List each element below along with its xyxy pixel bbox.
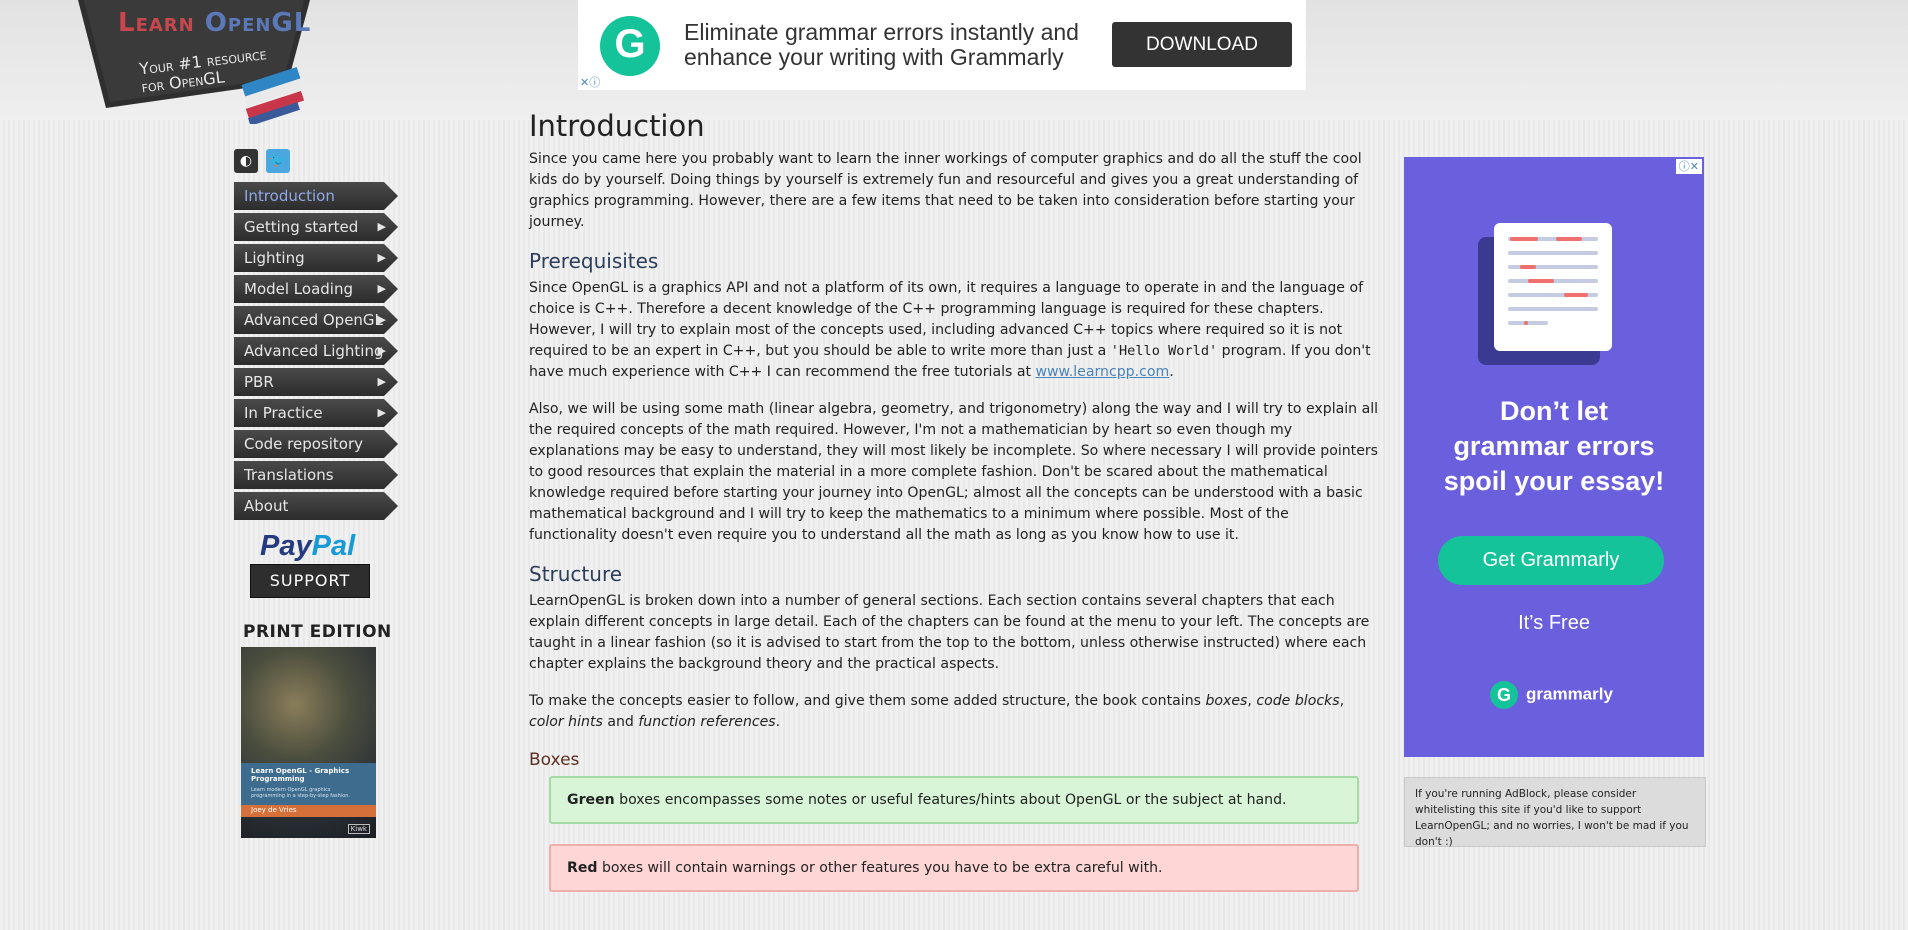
adblock-notice: If you're running AdBlock, please consid… (1404, 777, 1706, 848)
intro-paragraph: Since you came here you probably want to… (529, 151, 1362, 230)
sidebar-item-label: In Practice (244, 404, 323, 422)
sidebar-item-lighting[interactable]: Lighting ▶ (234, 244, 398, 272)
get-grammarly-button[interactable]: Get Grammarly (1438, 536, 1664, 585)
sidebar-item-code-repository[interactable]: Code repository (234, 430, 398, 458)
grammarly-icon: G (1490, 681, 1518, 709)
structure-paragraph-1: LearnOpenGL is broken down into a number… (529, 593, 1370, 672)
sidebar-item-label: Introduction (244, 187, 335, 205)
sidebar-item-advanced-opengl[interactable]: Advanced OpenGL ▶ (234, 306, 398, 334)
book-cover[interactable]: Learn OpenGL - Graphics Programming Lear… (241, 647, 376, 838)
print-edition-heading: PRINT EDITION (243, 622, 392, 642)
chevron-right-icon: ▶ (377, 406, 386, 419)
green-note-box: Green boxes encompasses some notes or us… (549, 776, 1359, 824)
sidebar-item-label: Code repository (244, 435, 364, 453)
side-banner-ad[interactable]: ⓘ✕ Don’t let grammar errors spoil your e… (1404, 157, 1704, 757)
chevron-right-icon: ▶ (377, 251, 386, 264)
sidebar-item-label: Advanced Lighting (244, 342, 384, 360)
grammarly-brand: Ggrammarly (1490, 681, 1613, 709)
adchoices-icon[interactable]: ✕ⓘ (578, 75, 612, 90)
document-icon (1494, 223, 1612, 351)
chevron-right-icon: ▶ (377, 375, 386, 388)
ad-controls-icon[interactable]: ⓘ✕ (1675, 159, 1702, 174)
page-title: Introduction (529, 109, 705, 143)
sidebar-item-label: Lighting (244, 249, 305, 267)
prerequisites-paragraph-1: Since OpenGL is a graphics API and not a… (529, 280, 1371, 380)
book-author: Joey de Vries (251, 806, 297, 814)
structure-heading: Structure (529, 562, 623, 586)
twitter-icon[interactable]: 🐦 (266, 149, 290, 173)
sidebar-item-label: About (244, 497, 289, 515)
support-button[interactable]: SUPPORT (250, 564, 370, 598)
sidebar-item-model-loading[interactable]: Model Loading ▶ (234, 275, 398, 303)
prerequisites-heading: Prerequisites (529, 249, 659, 273)
book-publisher: Kiwk (347, 824, 370, 834)
chevron-right-icon: ▶ (377, 282, 386, 295)
sidebar-item-in-practice[interactable]: In Practice ▶ (234, 399, 398, 427)
sidebar-item-label: Translations (244, 466, 334, 484)
sidebar-item-label: Model Loading (244, 280, 353, 298)
its-free-label: It’s Free (1518, 612, 1590, 634)
sidebar-item-label: Getting started (244, 218, 359, 236)
github-icon[interactable]: ◐ (234, 149, 258, 173)
sidebar-item-pbr[interactable]: PBR ▶ (234, 368, 398, 396)
ad-headline: Don’t let grammar errors spoil your essa… (1443, 396, 1665, 496)
learncpp-link[interactable]: www.learncpp.com (1035, 364, 1169, 380)
books-icon (241, 67, 305, 124)
boxes-heading: Boxes (529, 750, 580, 770)
top-banner-ad[interactable]: G Eliminate grammar errors instantly and… (578, 0, 1306, 90)
prerequisites-paragraph-2: Also, we will be using some math (linear… (529, 401, 1379, 543)
chevron-right-icon: ▶ (377, 313, 386, 326)
red-warning-box: Red boxes will contain warnings or other… (549, 844, 1359, 892)
main-content: Introduction Since you came here you pro… (529, 108, 1379, 892)
ad-text: Eliminate grammar errors instantly and e… (684, 19, 1079, 70)
sidebar-item-getting-started[interactable]: Getting started ▶ (234, 213, 398, 241)
sidebar-item-label: Advanced OpenGL (244, 311, 383, 329)
book-title: Learn OpenGL - Graphics Programming (251, 767, 350, 783)
sidebar-item-label: PBR (244, 373, 274, 391)
download-button[interactable]: DOWNLOAD (1112, 22, 1292, 67)
chevron-right-icon: ▶ (377, 344, 386, 357)
sidebar-item-translations[interactable]: Translations (234, 461, 398, 489)
sidebar-menu: Introduction Getting started ▶ Lighting ▶ Mod… (234, 182, 398, 523)
structure-paragraph-2: To make the concepts easier to follow, a… (529, 693, 1345, 730)
hello-world-code: 'Hello World' (1110, 343, 1218, 359)
grammarly-logo-icon: G (600, 16, 660, 76)
sidebar-item-about[interactable]: About (234, 492, 398, 520)
sidebar-item-introduction[interactable]: Introduction (234, 182, 398, 210)
sidebar-item-advanced-lighting[interactable]: Advanced Lighting ▶ (234, 337, 398, 365)
book-subtitle: Learn modern OpenGL graphics programming… (251, 787, 351, 799)
paypal-logo[interactable]: PayPal (260, 530, 355, 563)
chevron-right-icon: ▶ (377, 220, 386, 233)
site-logo[interactable]: Learn OpenGL Your #1 resource for OpenGL (78, 0, 318, 125)
logo-title: Learn OpenGL (118, 8, 312, 38)
